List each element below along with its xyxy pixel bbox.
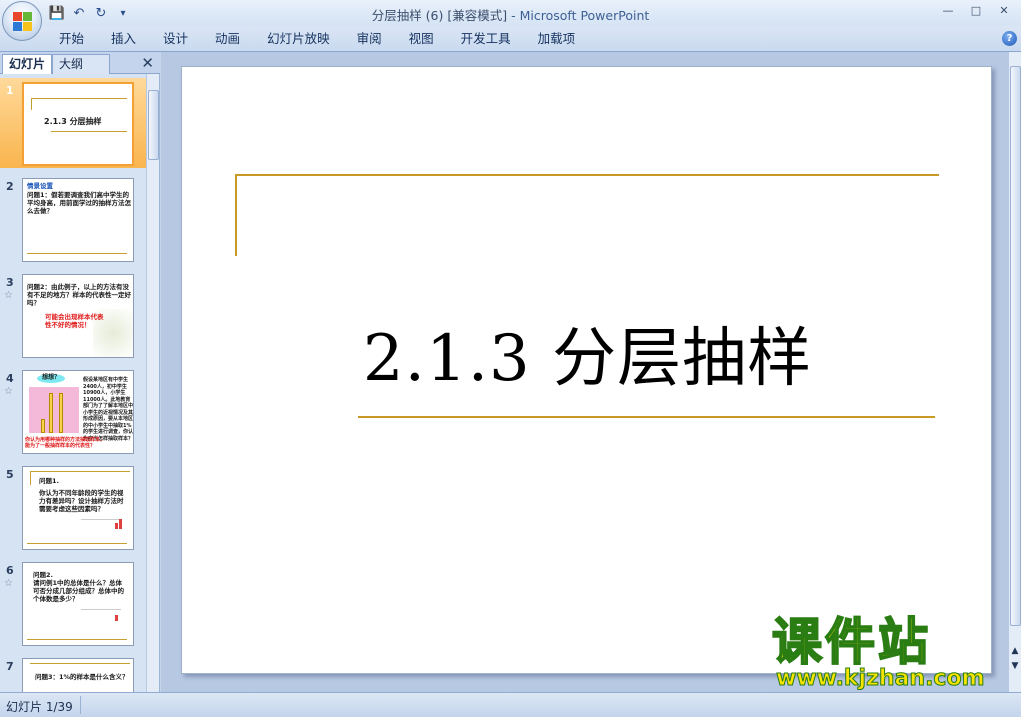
thumb-decor-line	[51, 131, 127, 132]
thumbnail-body: 请问例1中的总体是什么？总体可否分成几部分组成？总体中的个体数是多少？	[33, 579, 124, 603]
watermark-text: 课件站	[771, 613, 931, 671]
title-bar: 💾 ↶ ↻ ▾ 分层抽样 (6) [兼容模式] - Microsoft Powe…	[0, 0, 1021, 26]
thumbnail-row[interactable]: 4 ☆ 想想？ 假设某地区有中学生2400人，初中学生10900人，小学生110…	[0, 366, 146, 456]
slide-thumbnail[interactable]: 问题2：由此例子，以上的方法有没有不足的地方？样本的代表性一定好吗？ 可能会出现…	[22, 274, 134, 358]
slide-canvas: 2.1.3 分层抽样	[161, 52, 1008, 692]
thumb-chart	[29, 387, 79, 433]
maximize-button[interactable]: □	[963, 1, 989, 19]
slide-decor-top-line	[235, 174, 939, 176]
animation-icon: ☆	[4, 290, 13, 301]
thumb-chart-bar	[119, 519, 122, 529]
thumbnail-number: 7	[6, 660, 14, 673]
thumbnail-row[interactable]: 5 问题1. 你认为不同年龄段的学生的视力有差异吗？设计抽样方法时需要考虑这些因…	[0, 462, 146, 552]
tab-home[interactable]: 开始	[47, 30, 96, 48]
thumbnail-row[interactable]: 1 2.1.3 分层抽样	[0, 78, 146, 168]
close-button[interactable]: ✕	[991, 1, 1017, 19]
thumbnail-body: 你认为不同年龄段的学生的视力有差异吗？设计抽样方法时需要考虑这些因素吗？	[39, 489, 124, 513]
thumbnail-row[interactable]: 6 ☆ 问题2. 请问例1中的总体是什么？总体可否分成几部分组成？总体中的个体数…	[0, 558, 146, 648]
slide-thumbnail[interactable]: 情景设置 问题1：假若要调查我们高中学生的平均身高，用前面学过的抽样方法怎么去做…	[22, 178, 134, 262]
thumbnail-side-text: 假设某地区有中学生2400人，初中学生10900人，小学生11000人。此地教育…	[83, 377, 134, 442]
ribbon-tabs: 开始 插入 设计 动画 幻灯片放映 审阅 视图 开发工具 加载项	[47, 30, 590, 48]
current-slide[interactable]: 2.1.3 分层抽样	[181, 66, 992, 674]
thumbnail-heading: 问题1.	[39, 477, 59, 485]
tab-animations[interactable]: 动画	[203, 30, 252, 48]
thumbnail-title: 2.1.3 分层抽样	[44, 117, 102, 126]
thumbnail-row[interactable]: 2 情景设置 问题1：假若要调查我们高中学生的平均身高，用前面学过的抽样方法怎么…	[0, 174, 146, 264]
thumbnail-heading: 情景设置	[27, 182, 53, 190]
thumbnail-heading: 问题2.	[33, 571, 53, 579]
pane-tabs: 幻灯片 大纲 ✕	[0, 52, 160, 74]
thumb-decor-line	[27, 253, 127, 254]
tab-slides[interactable]: 幻灯片	[2, 54, 53, 74]
office-button[interactable]	[2, 1, 42, 41]
slide-thumbnail[interactable]: 想想？ 假设某地区有中学生2400人，初中学生10900人，小学生11000人。…	[22, 370, 134, 454]
thumbnail-highlight: 你认为用哪种抽样的方法抽取样本，能为了一般抽样样本的代表性？	[25, 437, 106, 449]
status-bar: 幻灯片 1/39	[0, 692, 1021, 717]
thumbnail-highlight: 可能会出现样本代表性不好的情况！	[45, 313, 104, 329]
thumb-decor-line	[31, 98, 32, 110]
thumb-decor-line	[27, 639, 127, 640]
previous-slide-icon[interactable]: ▲	[1009, 645, 1021, 657]
watermark-url: www.kjzhan.com	[776, 666, 986, 692]
slide-thumbnail[interactable]: 问题1. 你认为不同年龄段的学生的视力有差异吗？设计抽样方法时需要考虑这些因素吗…	[22, 466, 134, 550]
status-divider	[80, 696, 81, 714]
thumb-chart-bar	[49, 393, 53, 433]
tab-slideshow[interactable]: 幻灯片放映	[255, 30, 342, 48]
thumbnail-row[interactable]: 3 ☆ 问题2：由此例子，以上的方法有没有不足的地方？样本的代表性一定好吗？ 可…	[0, 270, 146, 360]
animation-icon: ☆	[4, 578, 13, 589]
thumb-chart-bar	[115, 523, 118, 529]
slide-thumbnail[interactable]: 问题3：1%的样本是什么含义？	[22, 658, 134, 692]
ribbon: 开始 插入 设计 动画 幻灯片放映 审阅 视图 开发工具 加载项 ?	[0, 26, 1021, 52]
tab-view[interactable]: 视图	[397, 30, 446, 48]
slide-decor-vertical-line	[235, 174, 237, 256]
next-slide-icon[interactable]: ▼	[1009, 660, 1021, 672]
slide-thumbnail[interactable]: 2.1.3 分层抽样	[22, 82, 134, 166]
animation-icon: ☆	[4, 386, 13, 397]
pane-close-icon[interactable]: ✕	[141, 54, 154, 72]
thumbnail-row[interactable]: 7 问题3：1%的样本是什么含义？	[0, 654, 146, 692]
thumbnail-scrollbar[interactable]	[146, 74, 159, 692]
window-controls: — □ ✕	[935, 1, 1017, 19]
tab-outline[interactable]: 大纲	[52, 54, 110, 74]
tab-addins[interactable]: 加载项	[526, 30, 588, 48]
slide-indicator: 幻灯片 1/39	[6, 700, 73, 714]
thumb-decor-line	[30, 471, 31, 485]
thumbnail-number: 6	[6, 564, 14, 577]
thumbnail-number: 2	[6, 180, 14, 193]
slide-thumbnail[interactable]: 问题2. 请问例1中的总体是什么？总体可否分成几部分组成？总体中的个体数是多少？	[22, 562, 134, 646]
watermark-logo: 课件站 www.kjzhan.com	[768, 613, 1008, 694]
window-title: 分层抽样 (6) [兼容模式] - Microsoft PowerPoint	[0, 5, 1021, 24]
tab-review[interactable]: 审阅	[345, 30, 394, 48]
slide-title[interactable]: 2.1.3 分层抽样	[182, 307, 993, 399]
thumb-chart-bar	[41, 419, 45, 433]
thumb-decor-line	[31, 98, 127, 99]
slides-pane: 幻灯片 大纲 ✕ 1 2.1.3 分层抽样 2 情景设置 问题1：假若要调查我们…	[0, 52, 160, 692]
slide-decor-bottom-line	[358, 416, 935, 418]
scrollbar-thumb[interactable]	[148, 90, 159, 160]
app-name: - Microsoft PowerPoint	[507, 8, 650, 23]
tab-insert[interactable]: 插入	[99, 30, 148, 48]
help-icon[interactable]: ?	[1002, 31, 1017, 46]
thumbnail-number: 3	[6, 276, 14, 289]
thumb-decor-line	[27, 543, 127, 544]
thumb-decor-line	[30, 663, 130, 664]
thumbnail-number: 5	[6, 468, 14, 481]
thumbnail-body: 问题1：假若要调查我们高中学生的平均身高，用前面学过的抽样方法怎么去做？	[27, 191, 131, 215]
office-logo-icon	[13, 12, 33, 32]
document-title: 分层抽样 (6) [兼容模式]	[371, 8, 508, 23]
thumbnail-number: 1	[6, 84, 14, 97]
thumb-chart-bar	[59, 393, 63, 433]
tab-design[interactable]: 设计	[151, 30, 200, 48]
thumb-chart-bar	[115, 615, 118, 621]
thumbnail-body: 问题2：由此例子，以上的方法有没有不足的地方？样本的代表性一定好吗？	[27, 283, 131, 307]
thumbnail-bubble: 想想？	[37, 374, 65, 383]
scrollbar-thumb[interactable]	[1010, 66, 1021, 626]
minimize-button[interactable]: —	[935, 1, 961, 19]
thumbnail-body: 问题3：1%的样本是什么含义？	[35, 673, 129, 681]
slide-scrollbar[interactable]	[1008, 52, 1021, 692]
thumb-decor-line	[30, 471, 130, 472]
thumbnail-list: 1 2.1.3 分层抽样 2 情景设置 问题1：假若要调查我们高中学生的平均身高…	[0, 74, 146, 692]
tab-developer[interactable]: 开发工具	[449, 30, 523, 48]
thumbnail-number: 4	[6, 372, 14, 385]
